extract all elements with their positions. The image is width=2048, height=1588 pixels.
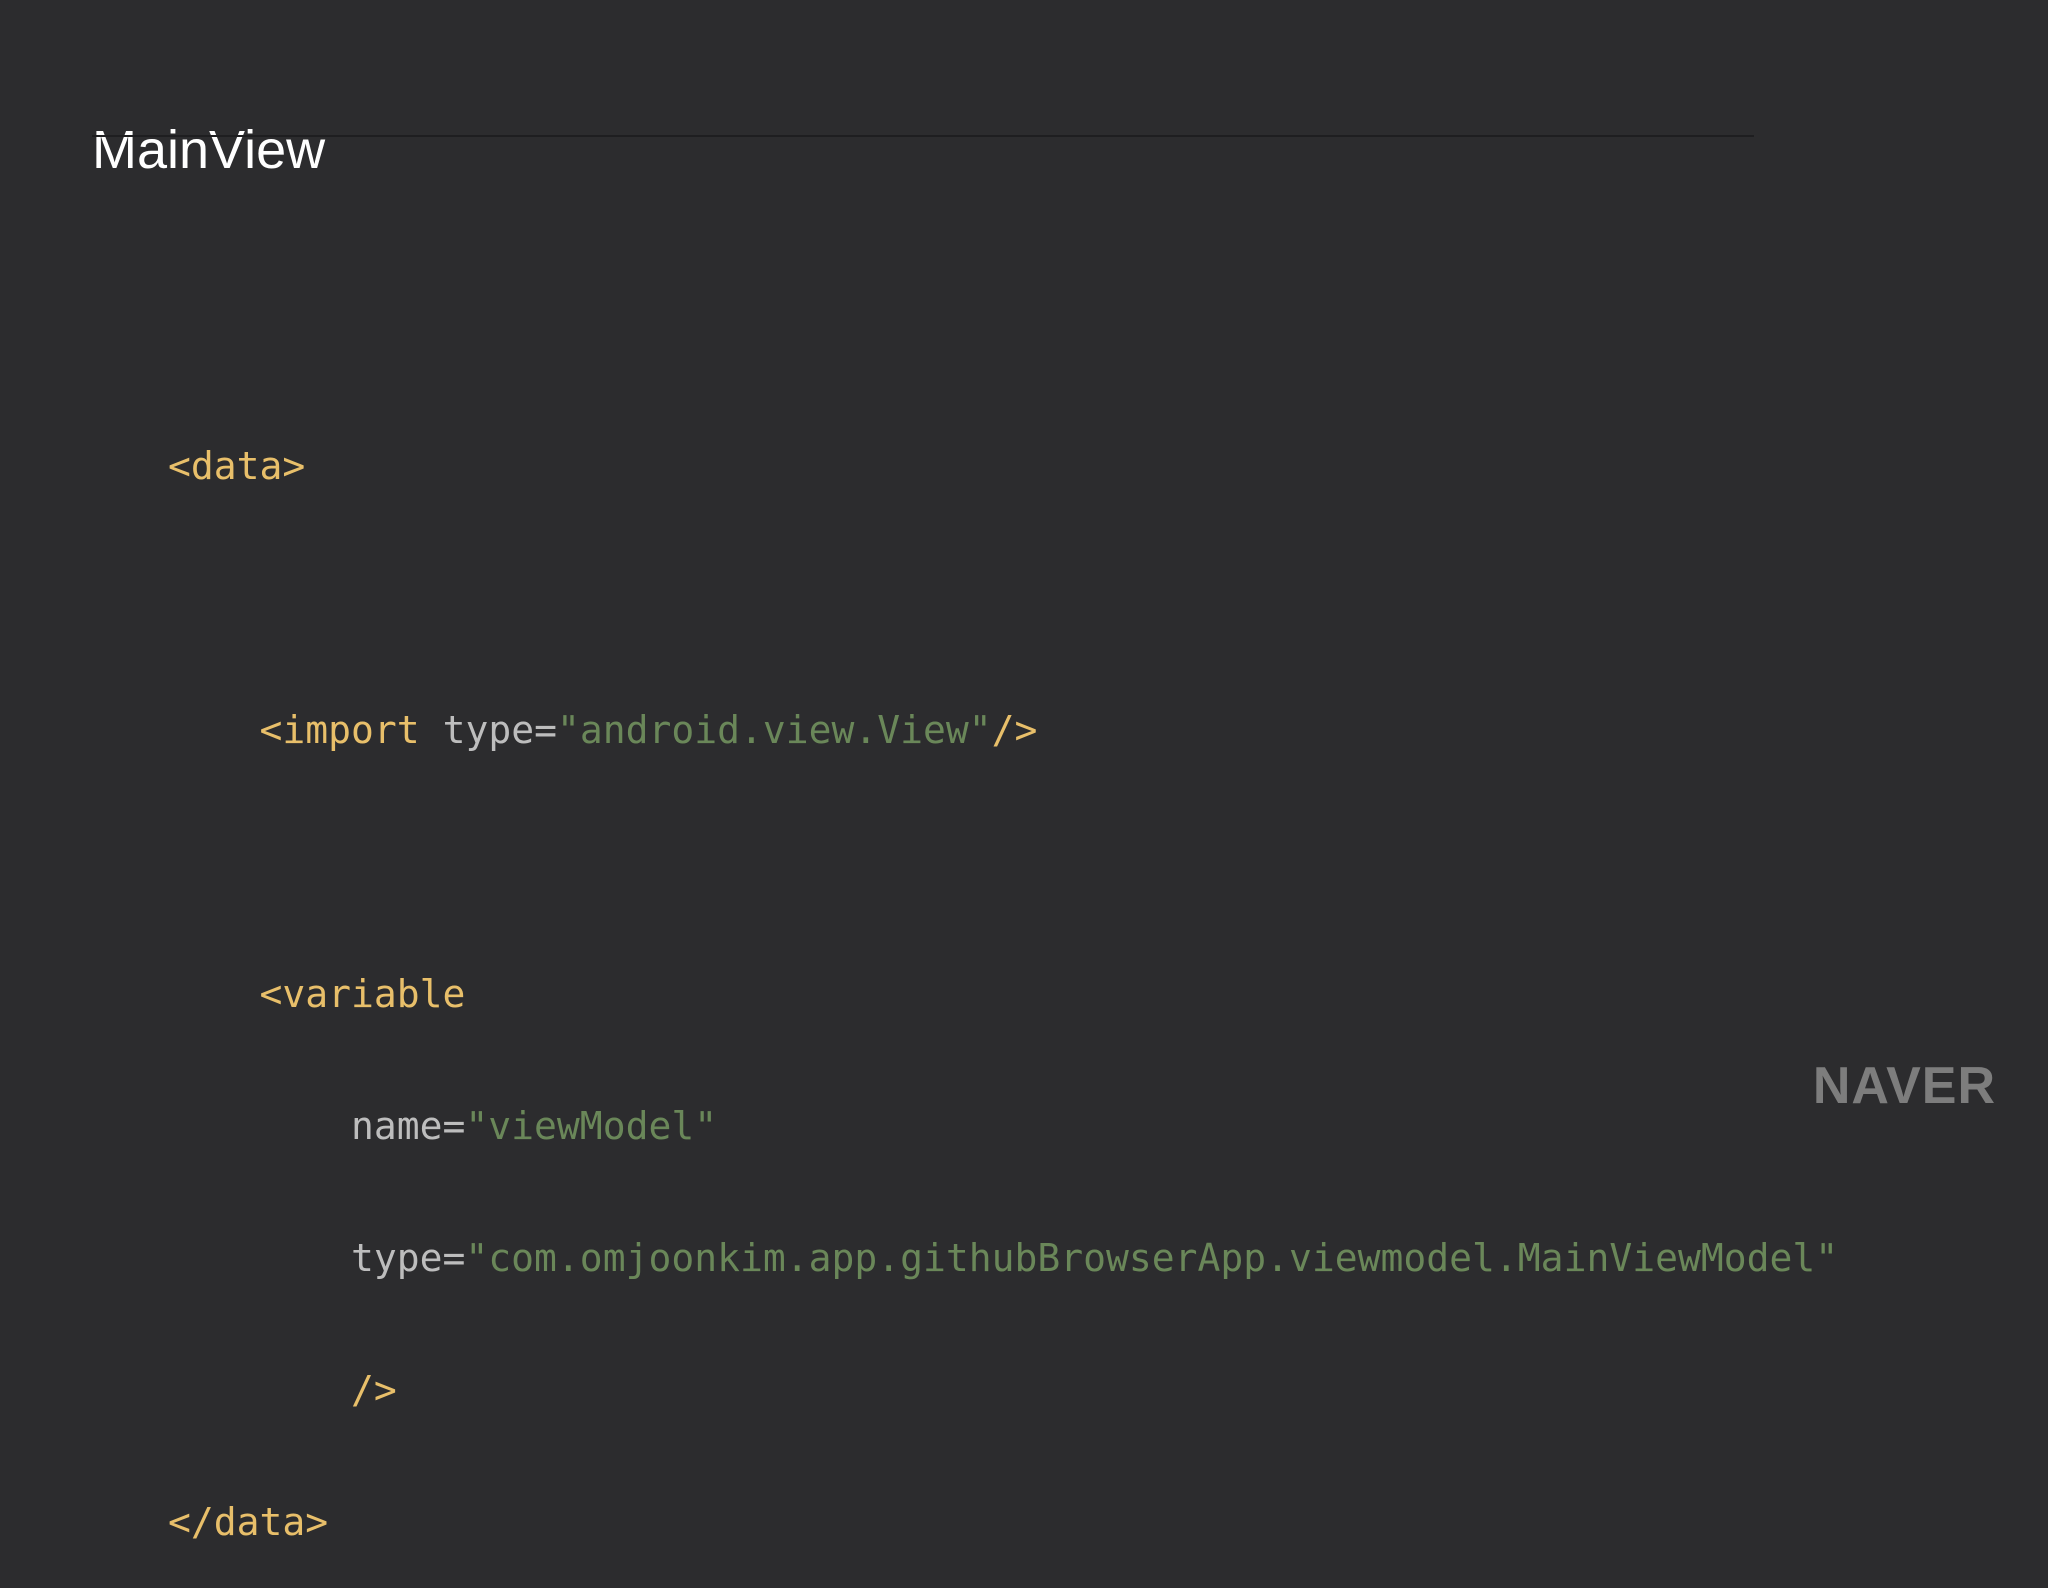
code-line-variable-name: name="viewModel" — [168, 1104, 1838, 1148]
code-line-variable-type: type="com.omjoonkim.app.githubBrowserApp… — [168, 1236, 1838, 1280]
code-attribute: type= — [442, 708, 557, 752]
code-tag: </data> — [168, 1500, 329, 1544]
code-line-variable-open: <variable — [168, 972, 1838, 1016]
code-attribute: type= — [351, 1236, 466, 1280]
code-tag: <variable — [259, 972, 466, 1016]
code-tag-close: /> — [991, 708, 1038, 752]
code-tag-close: /> — [351, 1368, 397, 1412]
code-line-variable-close: /> — [168, 1368, 1838, 1412]
code-line-import: <import type="android.view.View"/> — [168, 708, 1838, 752]
code-string: "android.view.View" — [556, 708, 992, 752]
code-line-data-open: <data> — [168, 444, 1838, 488]
code-string: "viewModel" — [465, 1104, 718, 1148]
title-divider — [92, 135, 1754, 137]
naver-logo: NAVER — [1812, 1057, 1996, 1115]
code-attribute: name= — [351, 1104, 466, 1148]
code-tag: <import — [259, 708, 420, 752]
code-line-data-close: </data> — [168, 1500, 1838, 1544]
code-string: "com.omjoonkim.app.githubBrowserApp.view… — [465, 1236, 1839, 1280]
code-tag: <data> — [168, 444, 306, 488]
slide-title: MainView — [92, 120, 326, 180]
code-block: <data> <import type="android.view.View"/… — [168, 356, 1838, 1588]
